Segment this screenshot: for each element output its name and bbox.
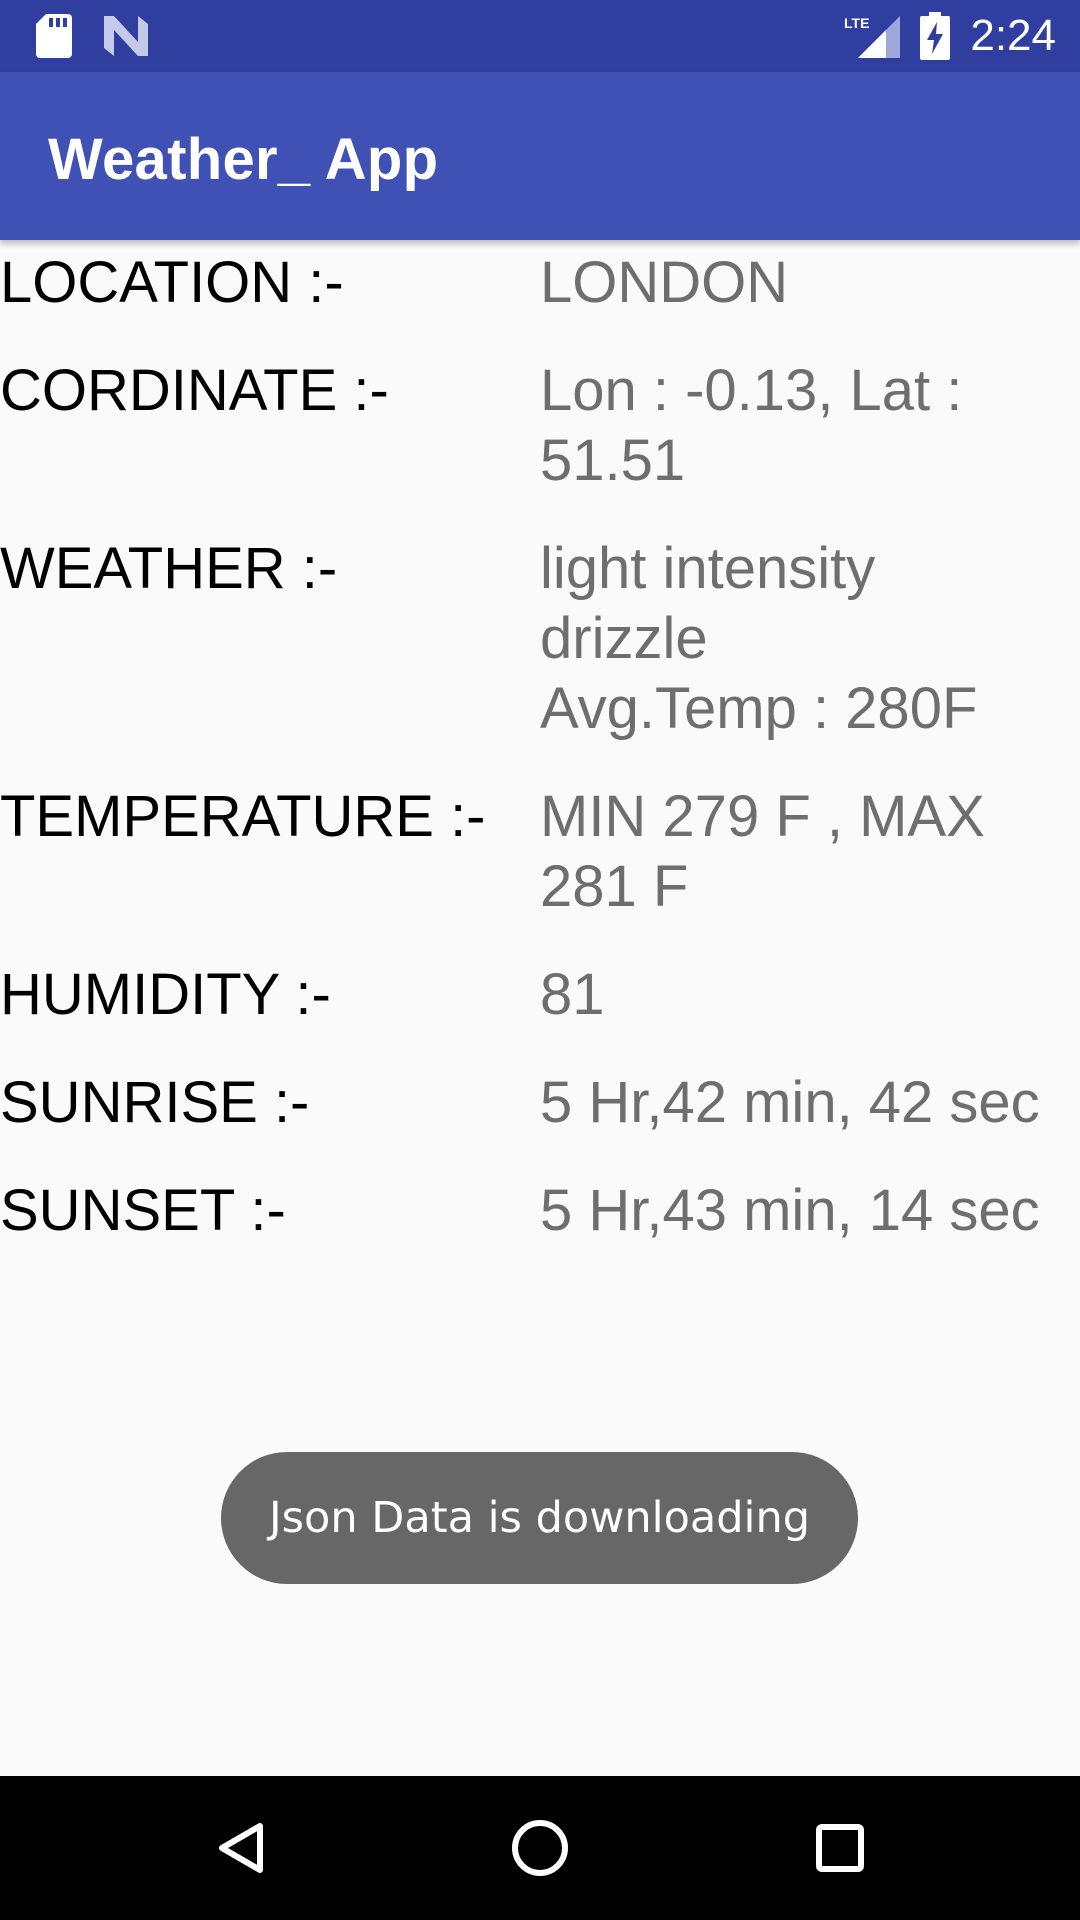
temperature-row: TEMPERATURE :- MIN 279 F , MAX 281 F [0,782,1080,922]
sd-card-icon [36,14,72,63]
app-title: Weather_ App [48,127,439,192]
weather-value-line: light intensity [540,536,876,601]
location-value-line: LONDON [540,250,789,315]
temperature-value: MIN 279 F , MAX 281 F [540,782,1060,922]
humidity-row: HUMIDITY :- 81 [0,960,1080,1030]
recents-icon[interactable] [790,1798,890,1898]
home-icon[interactable] [490,1798,590,1898]
sunset-value-line: 5 Hr,43 min, 14 sec [540,1178,1040,1243]
temperature-value-line: MIN 279 F , MAX [540,784,985,849]
coordinate-label: CORDINATE :- [0,358,389,423]
humidity-value-line: 81 [540,962,605,1027]
coordinate-value: Lon : -0.13, Lat : 51.51 [540,356,1060,496]
coordinate-row: CORDINATE :- Lon : -0.13, Lat : 51.51 [0,356,1080,496]
weather-label: WEATHER :- [0,536,338,601]
sunrise-value: 5 Hr,42 min, 42 sec [540,1068,1060,1138]
weather-value-line: drizzle [540,606,708,671]
sunrise-value-line: 5 Hr,42 min, 42 sec [540,1070,1040,1135]
app-bar: Weather_ App [0,72,1080,240]
sunrise-row: SUNRISE :- 5 Hr,42 min, 42 sec [0,1068,1080,1138]
status-clock: 2:24 [970,11,1056,60]
temperature-value-line: 281 F [540,854,689,919]
sunset-label: SUNSET :- [0,1178,286,1243]
navigation-bar [0,1776,1080,1920]
sunrise-label: SUNRISE :- [0,1070,310,1135]
weather-value: light intensity drizzle Avg.Temp : 280F [540,534,1060,744]
sunset-row: SUNSET :- 5 Hr,43 min, 14 sec [0,1176,1080,1246]
location-value: LONDON [540,248,1060,318]
back-icon[interactable] [190,1798,290,1898]
status-bar: LTE 2:24 [0,0,1080,72]
weather-row: WEATHER :- light intensity drizzle Avg.T… [0,534,1080,744]
location-label: LOCATION :- [0,250,344,315]
coordinate-value-line: 51.51 [540,428,686,493]
n-logo-icon [104,16,148,61]
weather-details: LOCATION :- LONDON CORDINATE :- Lon : -0… [0,248,1080,1284]
weather-value-line: Avg.Temp : 280F [540,676,978,741]
location-row: LOCATION :- LONDON [0,248,1080,318]
battery-charging-icon [920,12,950,65]
humidity-value: 81 [540,960,1060,1030]
sunset-value: 5 Hr,43 min, 14 sec [540,1176,1060,1246]
toast-message: Json Data is downloading [221,1452,858,1584]
humidity-label: HUMIDITY :- [0,962,331,1027]
coordinate-value-line: Lon : -0.13, Lat : [540,358,963,423]
temperature-label: TEMPERATURE :- [0,784,486,849]
network-label: LTE [844,15,869,31]
lte-signal-icon: LTE [842,14,902,65]
